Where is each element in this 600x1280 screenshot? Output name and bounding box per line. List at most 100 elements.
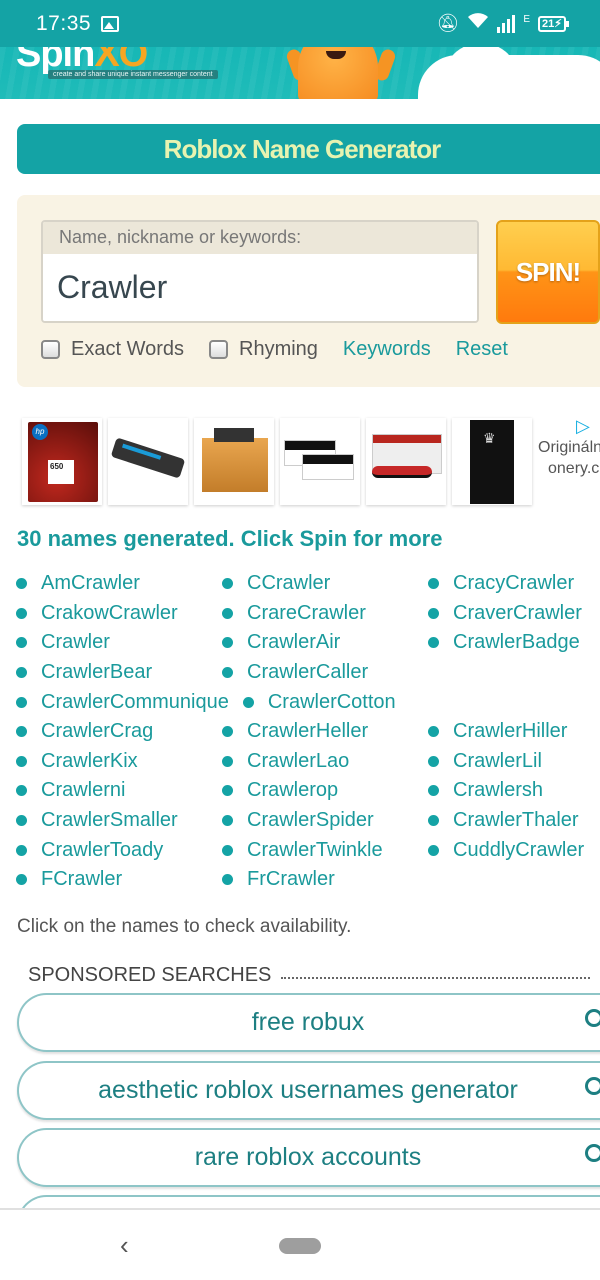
bullet-icon [16,874,27,886]
generated-name-link[interactable]: Crawlerop [222,776,428,806]
generated-names-list: AmCrawler CCrawler CracyCrawler CrakowCrawl… [16,569,600,895]
search-icon [585,1144,600,1162]
generated-name-link[interactable]: CrawlerTwinkle [222,835,428,865]
status-bar: 17:35 🔕︎ E 21⚡︎ [0,0,600,47]
bullet-icon [222,844,233,856]
generated-name-text: CrawlerAir [247,631,341,654]
generated-name-text: CrawlerBadge [453,631,580,654]
bullet-icon [428,726,439,738]
generated-name-link[interactable]: CraverCrawler [428,599,600,629]
generated-name-link[interactable]: CrawlerToady [16,835,222,865]
generated-name-link[interactable]: CrawlerHeller [222,717,428,747]
generated-name-link[interactable]: CrawlerHiller [428,717,600,747]
bullet-icon [16,726,27,738]
generated-name-link[interactable]: CrawlerAir [222,628,428,658]
bullet-icon [428,815,439,827]
bullet-icon [222,637,233,649]
generated-name-text: CrawlerLao [247,749,350,772]
battery-icon: 21⚡︎ [538,15,569,32]
exact-words-checkbox[interactable] [41,340,60,359]
generated-name-link[interactable]: FCrawler [16,865,222,895]
generated-name-text: Crawlerop [247,779,339,802]
ad-product-belt-unit[interactable] [194,418,274,505]
sponsored-search-item[interactable]: rare roblox accounts [17,1128,600,1187]
exact-words-option[interactable]: Exact Words [41,338,184,361]
generated-name-link[interactable]: CrawlerSpider [222,806,428,836]
sponsored-search-item[interactable]: aesthetic roblox usernames generator [17,1061,600,1120]
status-icons: 🔕︎ E 21⚡︎ [436,12,569,35]
generated-name-link[interactable]: CrawlerCotton [242,687,396,717]
generated-name-link[interactable]: CrawlerLil [428,747,600,777]
generated-name-text: CraverCrawler [453,601,582,624]
rhyming-label: Rhyming [239,338,318,360]
ad-side-text-1: Origináln [538,439,600,456]
sponsored-searches-heading: SPONSORED SEARCHES [28,964,590,987]
adchoices-icon[interactable]: ▷ [576,416,600,437]
status-time: 17:35 [36,11,92,35]
toner-box-image [470,420,514,504]
generated-name-text: CuddlyCrawler [453,838,585,861]
home-pill-button[interactable] [279,1238,321,1254]
bullet-icon [16,607,27,619]
ad-product-imaging-unit[interactable] [108,418,188,505]
bullet-icon [222,726,233,738]
generated-name-text: CrawlerKix [41,749,138,772]
generated-name-link[interactable]: CrawlerKix [16,747,222,777]
generated-name-text: CrawlerThaler [453,809,579,832]
ad-product-drum-unit[interactable] [366,418,446,505]
imaging-unit-image [110,437,186,479]
back-icon[interactable]: ‹ [120,1230,129,1261]
generated-name-text: CracyCrawler [453,572,575,595]
generated-name-link[interactable]: AmCrawler [16,569,222,599]
keywords-link[interactable]: Keywords [343,338,431,361]
generated-name-text: CCrawler [247,572,331,595]
generated-name-link[interactable]: CrakowCrawler [16,599,222,629]
generated-name-link[interactable]: CrawlerBear [16,658,222,688]
generated-name-link[interactable]: CrawlerLao [222,747,428,777]
ad-side-info[interactable]: ▷ Origináln onery.c [534,416,600,479]
generated-name-link[interactable]: Crawlersh [428,776,600,806]
generated-name-link[interactable]: CracyCrawler [428,569,600,599]
generated-name-link[interactable]: CrawlerCommunique [16,687,229,717]
generated-name-link[interactable]: CrawlerThaler [428,806,600,836]
dotted-divider [281,976,590,979]
generated-name-link[interactable]: CrareCrawler [222,599,428,629]
generated-name-text: CrawlerHiller [453,720,568,743]
generated-name-link[interactable]: FrCrawler [222,865,428,895]
generated-name-text: CrawlerCrag [41,720,154,743]
rhyming-option[interactable]: Rhyming [209,338,318,361]
bullet-icon [222,874,233,886]
generated-name-link[interactable]: CrawlerCrag [16,717,222,747]
generated-name-link[interactable]: Crawlerni [16,776,222,806]
spin-button[interactable]: SPIN! [496,220,600,324]
generated-name-text: CrareCrawler [247,601,366,624]
sponsored-search-item[interactable]: free robux [17,993,600,1052]
rhyming-checkbox[interactable] [209,340,228,359]
results-summary: 30 names generated. Click Spin for more [17,526,443,551]
bullet-icon [16,755,27,767]
name-input[interactable] [43,254,477,321]
generated-name-link[interactable]: CuddlyCrawler [428,835,600,865]
reset-link[interactable]: Reset [456,338,508,361]
hp-logo-icon: hp [32,424,48,440]
bullet-icon [222,578,233,590]
generated-name-text: CrawlerCotton [267,690,396,713]
generated-name-link[interactable]: CCrawler [222,569,428,599]
generated-name-link[interactable]: CrawlerSmaller [16,806,222,836]
generated-name-text: CrawlerLil [453,749,542,772]
bell-muted-icon: 🔕︎ [436,13,460,33]
ad-product-ink-cartridge[interactable]: hp 650 [22,418,102,505]
generated-name-text: CrawlerTwinkle [247,838,383,861]
sponsored-heading-text: SPONSORED SEARCHES [28,964,272,986]
cloud-decoration [418,47,600,99]
generated-name-text: Crawler [41,631,110,654]
ad-product-toner[interactable] [452,418,532,505]
generator-options: Exact Words Rhyming Keywords Reset [41,338,533,361]
generated-name-text: Crawlerni [41,779,126,802]
site-banner[interactable]: SpinXO create and share unique instant m… [0,47,600,99]
generated-name-link[interactable]: Crawler [16,628,222,658]
system-nav-bar: ‹ [0,1208,600,1280]
ad-product-sheets[interactable] [280,418,360,505]
generated-name-link[interactable]: CrawlerBadge [428,628,600,658]
generated-name-link[interactable]: CrawlerCaller [222,658,428,688]
